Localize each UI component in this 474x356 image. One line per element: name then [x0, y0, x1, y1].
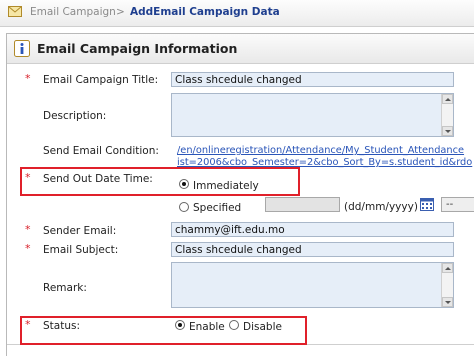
required-mark: *: [25, 72, 31, 85]
email-campaign-panel: Email Campaign Information * Email Campa…: [6, 33, 474, 356]
description-textarea[interactable]: [171, 93, 454, 137]
send-condition-label: Send Email Condition:: [43, 145, 159, 157]
breadcrumb-email-campaign[interactable]: Email Campaign: [30, 6, 116, 18]
send-condition-link-line1[interactable]: /en/onlineregistration/Attendance/My_Stu…: [177, 145, 464, 156]
campaign-title-label: Email Campaign Title:: [43, 74, 159, 86]
breadcrumb: Email Campaign > AddEmail Campaign Data: [0, 0, 474, 27]
sender-email-input[interactable]: chammy@ift.edu.mo: [171, 222, 454, 237]
calendar-icon[interactable]: [420, 197, 434, 211]
description-label: Description:: [43, 110, 107, 122]
date-input[interactable]: [265, 197, 340, 212]
remark-label: Remark:: [43, 282, 87, 294]
time-select[interactable]: --: [441, 197, 474, 212]
breadcrumb-current-page: AddEmail Campaign Data: [130, 6, 280, 18]
required-mark: *: [25, 242, 31, 255]
panel-title: Email Campaign Information: [37, 41, 238, 56]
sender-email-label: Sender Email:: [43, 225, 117, 237]
email-subject-input[interactable]: Class shcedule changed: [171, 242, 454, 257]
remark-scrollbar[interactable]: [441, 263, 453, 307]
email-subject-label: Email Subject:: [43, 244, 119, 256]
campaign-title-input[interactable]: Class shcedule changed: [171, 72, 454, 87]
specified-radio[interactable]: [179, 202, 189, 212]
required-mark: *: [25, 223, 31, 236]
highlight-box-send-out: [20, 167, 300, 196]
remark-textarea[interactable]: [171, 262, 454, 308]
description-scrollbar[interactable]: [441, 94, 453, 136]
highlight-box-status: [20, 316, 307, 345]
breadcrumb-separator: >: [116, 6, 125, 18]
scroll-down-icon[interactable]: [442, 297, 453, 307]
specified-label[interactable]: Specified: [193, 202, 241, 214]
envelope-icon: [8, 6, 22, 17]
panel-header: Email Campaign Information: [7, 34, 474, 64]
date-format-hint: (dd/mm/yyyy): [344, 201, 418, 213]
scroll-up-icon[interactable]: [442, 94, 453, 104]
scroll-up-icon[interactable]: [442, 263, 453, 273]
scroll-down-icon[interactable]: [442, 126, 453, 136]
info-icon: [14, 40, 30, 57]
